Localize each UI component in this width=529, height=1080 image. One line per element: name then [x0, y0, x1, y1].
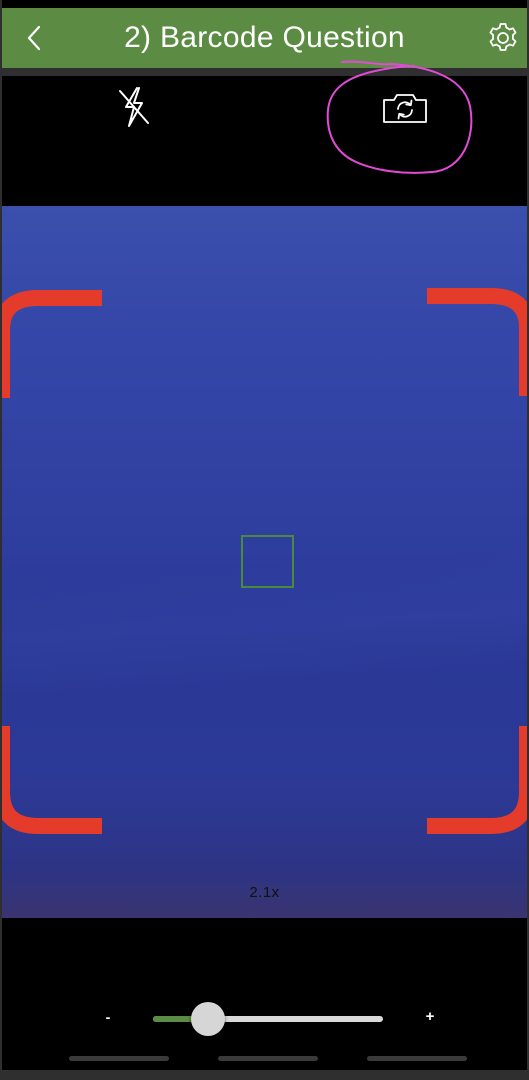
camera-viewfinder[interactable]: 2.1x: [2, 206, 527, 918]
back-button[interactable]: [16, 20, 52, 56]
chevron-left-icon: [27, 25, 41, 51]
zoom-slider-track[interactable]: [153, 1002, 383, 1036]
zoom-in-button[interactable]: +: [420, 1008, 440, 1025]
app-bar-shadow: [2, 68, 527, 76]
flash-off-icon: [119, 87, 149, 127]
page-title: 2) Barcode Question: [124, 21, 405, 54]
nav-hint-bar: [218, 1056, 318, 1061]
settings-button[interactable]: [483, 18, 523, 58]
scan-corner-bottom-left: [2, 726, 102, 834]
flash-toggle-button[interactable]: [112, 84, 156, 130]
scan-corner-bottom-right: [427, 726, 527, 834]
gear-icon: [489, 23, 517, 51]
zoom-out-button[interactable]: -: [98, 1009, 118, 1025]
scan-corner-top-right: [427, 288, 527, 396]
app-bar: 2) Barcode Question: [2, 8, 527, 68]
focus-box: [241, 535, 294, 588]
bottom-bar: [0, 1070, 529, 1080]
nav-hint-bar: [367, 1056, 467, 1061]
camera-switch-icon: [383, 94, 427, 123]
camera-screen: 2) Barcode Question 2.1x - +: [0, 0, 529, 1080]
zoom-slider-thumb[interactable]: [191, 1002, 226, 1036]
zoom-controls: - +: [2, 995, 527, 1045]
nav-hint-bar: [69, 1056, 169, 1061]
scan-corner-top-left: [2, 290, 102, 398]
zoom-level-readout: 2.1x: [249, 884, 280, 901]
switch-camera-button[interactable]: [380, 88, 430, 128]
